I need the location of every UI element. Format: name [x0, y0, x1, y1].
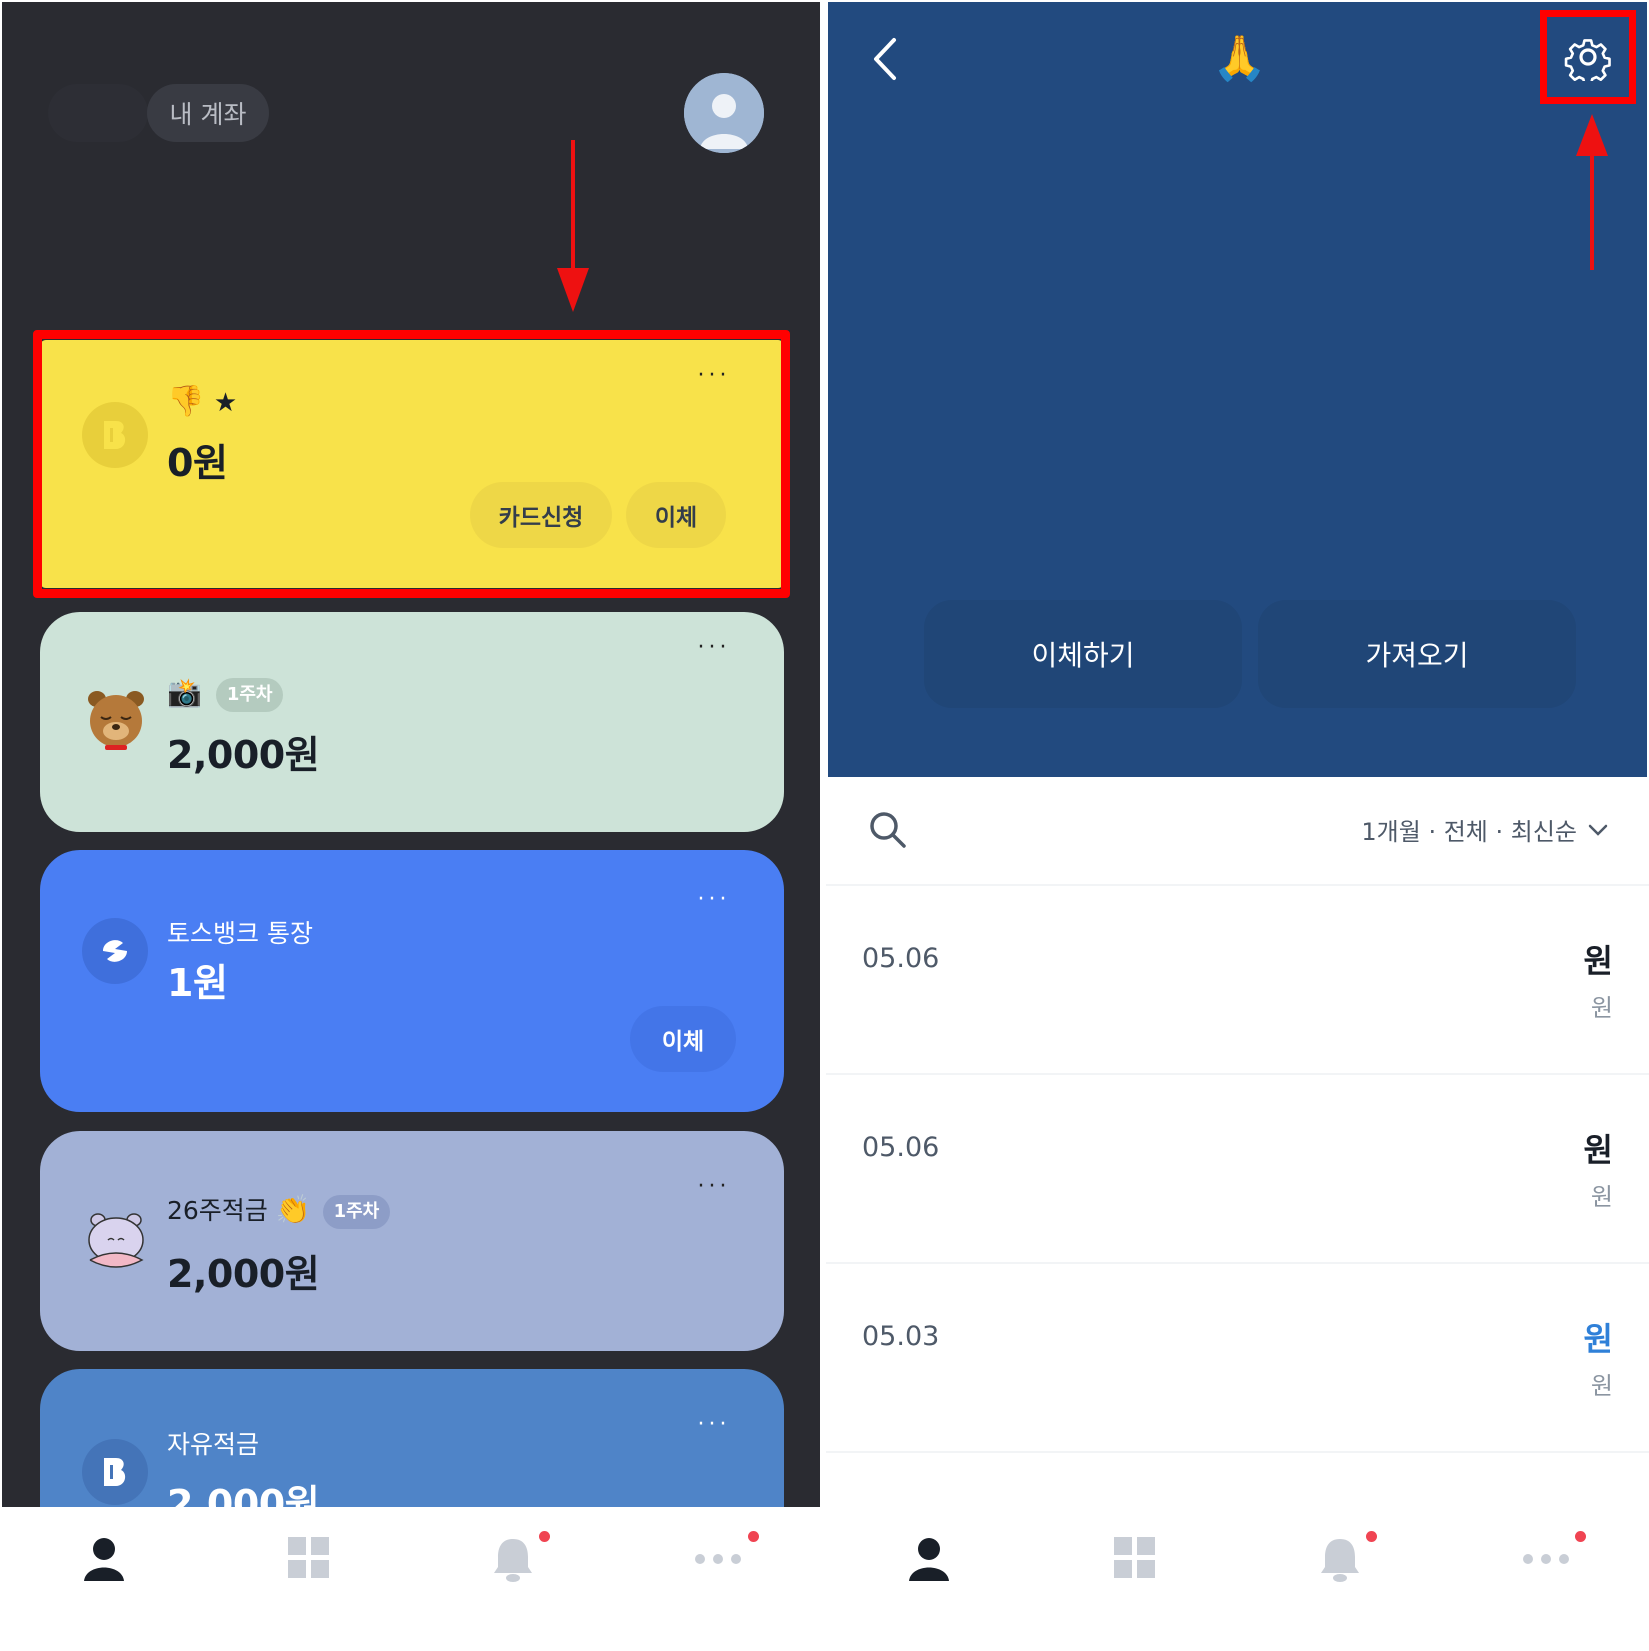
- transaction-amount: 원: [1583, 1131, 1613, 1169]
- account-name: 26주적금: [167, 1196, 268, 1225]
- card-title: 👎 ★: [167, 384, 237, 419]
- camera-icon: 📸: [167, 676, 202, 709]
- list-divider: [826, 884, 1649, 886]
- account-card-savings-bear[interactable]: 📸 1주차 2,000원 ···: [40, 612, 784, 832]
- account-name: 자유적금: [167, 1430, 260, 1459]
- notification-dot: [539, 1531, 550, 1542]
- bear-character-icon: [80, 684, 152, 756]
- bank-logo-icon: [82, 402, 148, 468]
- bell-icon: [494, 1539, 533, 1582]
- nav-benefits[interactable]: [207, 1507, 412, 1651]
- grid-icon: [287, 1537, 329, 1578]
- more-options-icon[interactable]: ···: [694, 637, 734, 659]
- import-funds-button[interactable]: 가져오기: [1258, 600, 1576, 708]
- list-divider: [826, 1262, 1649, 1264]
- account-card-free-savings[interactable]: 자유적금 2,000원 ···: [40, 1369, 784, 1509]
- nav-home[interactable]: [826, 1507, 1032, 1651]
- nav-home[interactable]: [2, 1507, 207, 1651]
- person-icon: [84, 1538, 125, 1581]
- more-options-icon[interactable]: ···: [694, 1176, 734, 1198]
- transaction-date: 05.03: [862, 1321, 940, 1352]
- account-balance: 1원: [167, 961, 228, 1005]
- filter-label: 1개월 · 전체 · 최신순: [1361, 818, 1577, 846]
- gear-icon[interactable]: [1564, 33, 1612, 81]
- account-balance: 2,000원: [167, 1482, 320, 1509]
- bottom-nav: [826, 1507, 1649, 1651]
- account-balance: 2,000원: [167, 733, 320, 777]
- transaction-date: 05.06: [862, 1132, 940, 1163]
- grid-icon: [1113, 1537, 1155, 1578]
- transfer-button[interactable]: 이체: [630, 1006, 736, 1072]
- more-icon: [1523, 1554, 1570, 1564]
- account-card-toss[interactable]: 토스뱅크 통장 1원 ··· 이체: [40, 850, 784, 1112]
- nav-notifications[interactable]: [411, 1507, 616, 1651]
- nav-benefits[interactable]: [1032, 1507, 1238, 1651]
- account-list-screen: 내 계좌 👎 ★ 0원 ··· 카드신청 이체 📸 1주차 2,000원 ···…: [0, 0, 820, 1651]
- transfer-button[interactable]: 이체: [626, 482, 726, 548]
- transaction-balance: 원: [1590, 1372, 1613, 1400]
- bell-icon: [1321, 1539, 1360, 1582]
- transaction-date: 05.06: [862, 943, 940, 974]
- notification-dot: [747, 1531, 759, 1542]
- settings-highlight: [1540, 10, 1636, 104]
- more-options-icon[interactable]: ···: [694, 889, 734, 911]
- nav-more[interactable]: [616, 1507, 821, 1651]
- week-badge: 1주차: [215, 678, 284, 712]
- more-options-icon[interactable]: ···: [694, 1414, 734, 1436]
- account-name: 토스뱅크 통장: [167, 919, 313, 948]
- annotation-arrow-down-icon: [557, 140, 589, 312]
- period-filter-dropdown[interactable]: 1개월 · 전체 · 최신순: [1361, 812, 1609, 847]
- card-title: 26주적금 👏 1주차: [167, 1191, 391, 1229]
- praying-hands-icon: 🙏: [1212, 33, 1267, 84]
- chevron-down-icon: [1588, 824, 1608, 836]
- account-detail-screen: 🙏 이체하기 가져오기 1개월 · 전체 · 최신순 05.06 원 원 05.…: [826, 0, 1649, 1651]
- transaction-balance: 원: [1590, 1183, 1613, 1211]
- thumbs-down-icon: 👎: [167, 384, 205, 419]
- week-badge: 1주차: [322, 1195, 391, 1229]
- search-icon[interactable]: [868, 810, 908, 850]
- list-divider: [826, 1073, 1649, 1075]
- more-icon: [694, 1554, 741, 1564]
- person-icon: [908, 1538, 949, 1581]
- card-apply-button[interactable]: 카드신청: [470, 482, 612, 548]
- account-header: 🙏 이체하기 가져오기: [828, 2, 1647, 777]
- annotation-arrow-up-icon: [1576, 114, 1608, 270]
- favorite-star-icon[interactable]: ★: [214, 388, 237, 418]
- nav-more[interactable]: [1443, 1507, 1649, 1651]
- notification-dot: [1575, 1531, 1587, 1542]
- header-chip-shadow: [48, 84, 148, 142]
- clapping-hands-icon: 👏: [275, 1193, 311, 1226]
- account-balance: 0원: [167, 441, 228, 485]
- transaction-balance: 원: [1590, 994, 1613, 1022]
- account-balance: 2,000원: [167, 1252, 320, 1296]
- profile-avatar[interactable]: [684, 73, 764, 153]
- transfer-out-button[interactable]: 이체하기: [924, 600, 1242, 708]
- more-options-icon[interactable]: ···: [694, 365, 734, 387]
- account-card-26week-savings[interactable]: 26주적금 👏 1주차 2,000원 ···: [40, 1131, 784, 1351]
- bank-logo-icon: [82, 1439, 148, 1505]
- character-icon: [80, 1205, 152, 1277]
- bottom-nav: [2, 1507, 820, 1651]
- nav-notifications[interactable]: [1238, 1507, 1444, 1651]
- card-title: 📸 1주차: [167, 676, 284, 712]
- back-chevron-icon[interactable]: [866, 36, 906, 82]
- my-accounts-chip[interactable]: 내 계좌: [147, 84, 269, 142]
- avatar-person-icon: [684, 73, 764, 153]
- list-divider: [826, 1451, 1649, 1453]
- transaction-amount: 원: [1583, 942, 1613, 980]
- toss-logo-icon: [82, 918, 148, 984]
- account-card-primary[interactable]: 👎 ★ 0원 ··· 카드신청 이체: [40, 340, 784, 588]
- transaction-amount: 원: [1583, 1320, 1613, 1358]
- notification-dot: [1365, 1531, 1377, 1542]
